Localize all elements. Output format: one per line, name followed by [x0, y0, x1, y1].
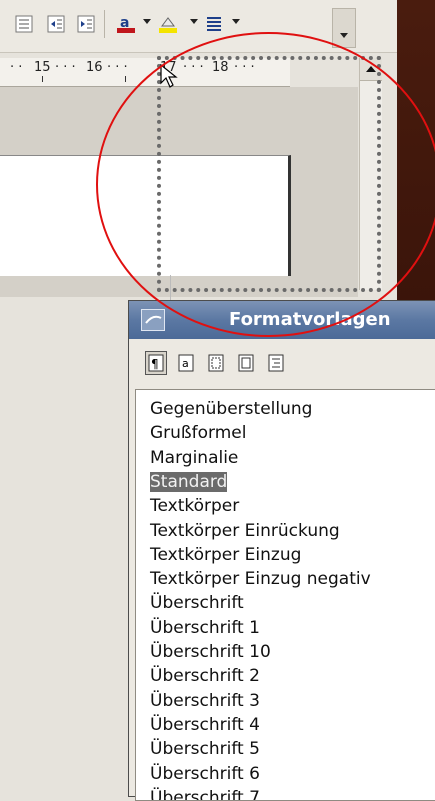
style-list-item-label: Marginalie — [150, 447, 239, 468]
styles-panel-window[interactable]: Formatvorlagen ¶ a Gegenüberstellung Gru… — [128, 300, 435, 801]
style-list-item[interactable]: Überschrift 3 — [150, 690, 260, 712]
paragraph-background-dropdown-arrow[interactable] — [232, 19, 240, 24]
font-color-icon: a — [117, 15, 135, 33]
style-list-item-label: Überschrift 1 — [150, 617, 260, 638]
increase-indent-button[interactable] — [74, 12, 98, 36]
style-list-item[interactable]: Überschrift 2 — [150, 665, 260, 687]
highlighting-button[interactable] — [156, 12, 180, 36]
style-list-item[interactable]: Textkörper Einzug negativ — [150, 568, 371, 590]
ruler-dots: · · — [10, 60, 23, 75]
ruler-tick-16: 16 — [86, 60, 103, 75]
red-annotation-circle — [96, 32, 435, 337]
page-styles-button[interactable] — [235, 351, 257, 375]
style-list-item[interactable]: Überschrift 5 — [150, 738, 260, 760]
style-list-item-label: Überschrift 2 — [150, 666, 260, 687]
style-list-item-label: Grußformel — [150, 423, 247, 444]
style-family-toolbar: ¶ a — [145, 351, 287, 377]
style-list-item-label: Textkörper — [150, 496, 240, 517]
style-list-item[interactable]: Textkörper Einrückung — [150, 520, 340, 542]
toolbar-separator — [104, 10, 105, 38]
font-color-dropdown-arrow[interactable] — [143, 19, 151, 24]
style-list-item[interactable]: Überschrift — [150, 592, 244, 614]
highlighting-icon — [159, 17, 177, 33]
style-list-item-label: Überschrift 5 — [150, 739, 260, 760]
increase-indent-icon — [77, 15, 95, 33]
ruler-dots: · · · — [55, 60, 76, 75]
style-list-item[interactable]: Überschrift 7 — [150, 787, 260, 800]
frame-styles-button[interactable] — [205, 351, 227, 375]
style-list-item-label: Überschrift — [150, 593, 244, 614]
style-list-item-label: Textkörper Einzug — [150, 544, 302, 565]
paragraph-background-button[interactable] — [202, 12, 226, 36]
decrease-indent-button[interactable] — [44, 12, 68, 36]
paragraph-styles-icon: ¶ — [148, 354, 164, 372]
decrease-indent-icon — [47, 15, 65, 33]
paragraph-background-icon — [207, 17, 221, 31]
ruler-mark — [42, 76, 43, 82]
style-list-item[interactable]: Textkörper — [150, 495, 239, 517]
style-list-item[interactable]: Überschrift 4 — [150, 714, 260, 736]
font-color-button[interactable]: a — [114, 12, 138, 36]
style-list-item[interactable]: Gegenüberstellung — [150, 398, 312, 420]
svg-text:¶: ¶ — [151, 357, 159, 371]
toolbar-overflow-button[interactable] — [332, 8, 356, 48]
style-list-item[interactable]: Standard — [150, 471, 228, 493]
style-list-item[interactable]: Marginalie — [150, 447, 238, 469]
style-list-item[interactable]: Überschrift 1 — [150, 617, 260, 639]
app-icon — [141, 309, 165, 331]
list-styles-icon — [268, 354, 284, 372]
page-styles-icon — [238, 354, 254, 372]
numbering-button[interactable] — [12, 12, 36, 36]
style-list-item-label: Textkörper Einrückung — [150, 520, 340, 541]
style-list-item-label: Überschrift 3 — [150, 690, 260, 711]
style-list-item[interactable]: Grußformel — [150, 422, 246, 444]
style-list-item-label: Überschrift 6 — [150, 763, 260, 784]
style-list-item-label: Gegenüberstellung — [150, 399, 313, 419]
style-list-item[interactable]: Überschrift 10 — [150, 641, 271, 663]
svg-text:a: a — [182, 357, 189, 370]
list-styles-button[interactable] — [265, 351, 287, 375]
ruler-mark — [125, 76, 126, 82]
paragraph-styles-button[interactable]: ¶ — [145, 351, 167, 375]
ruler-tick-15: 15 — [34, 60, 51, 75]
styles-list[interactable]: Gegenüberstellung Grußformel Marginalie Sta… — [135, 389, 435, 801]
numbering-icon — [15, 15, 33, 33]
character-styles-icon: a — [178, 354, 194, 372]
style-list-item[interactable]: Überschrift 6 — [150, 763, 260, 785]
style-list-item[interactable]: Textkörper Einzug — [150, 544, 301, 566]
style-list-item-label: Überschrift 4 — [150, 714, 260, 735]
character-styles-button[interactable]: a — [175, 351, 197, 375]
style-list-item-label: Überschrift 10 — [150, 642, 271, 662]
ruler-dots: · · · — [107, 60, 128, 75]
highlighting-dropdown-arrow[interactable] — [190, 19, 198, 24]
style-list-item-label: Textkörper Einzug negativ — [150, 569, 371, 590]
frame-styles-icon — [208, 354, 224, 372]
style-list-item-label: Standard — [150, 471, 228, 492]
